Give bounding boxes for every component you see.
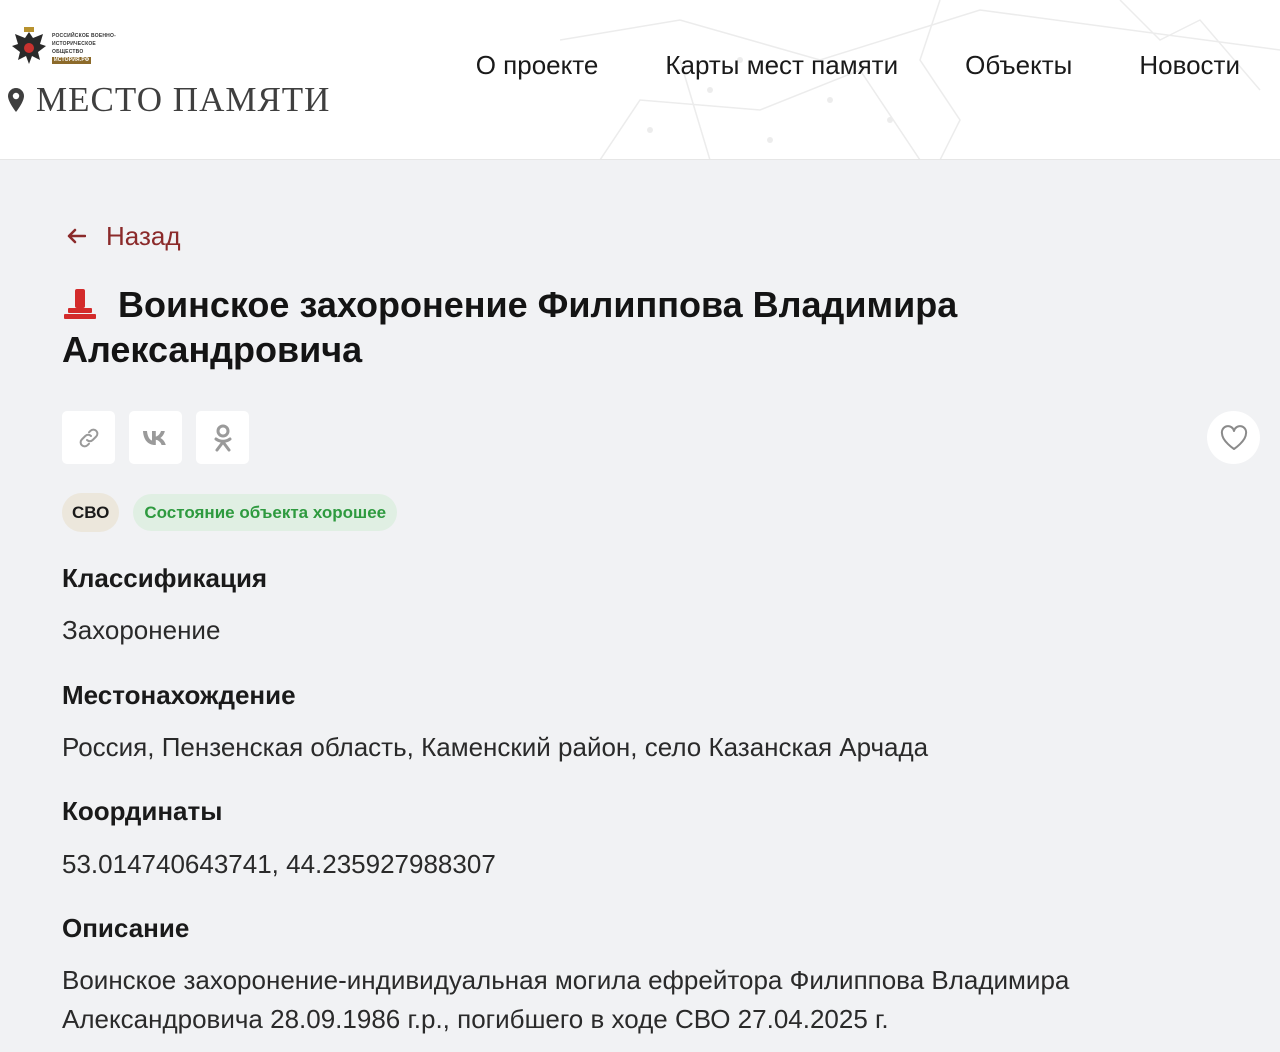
object-tags: СВО Состояние объекта хорошее — [62, 493, 398, 532]
site-logo[interactable]: МЕСТО ПАМЯТИ — [8, 80, 331, 119]
page-title: Воинское захоронение Филиппова Владимира… — [62, 282, 1022, 372]
page-title-text: Воинское захоронение Филиппова Владимира… — [62, 284, 958, 370]
category-badge[interactable]: СВО — [62, 493, 120, 532]
description-label: Описание — [62, 913, 190, 943]
org-name-text: Российское военно-историческое общество — [52, 33, 116, 55]
nav-news[interactable]: Новости — [1139, 50, 1240, 81]
vk-icon — [142, 430, 166, 445]
arrow-left-icon — [67, 228, 86, 244]
share-odnoklassniki-button[interactable] — [196, 411, 249, 464]
classification-value: Захоронение — [62, 615, 221, 645]
share-buttons — [62, 411, 249, 464]
location-label: Местонахождение — [62, 680, 296, 710]
double-headed-eagle-icon — [12, 27, 46, 64]
share-vk-button[interactable] — [129, 411, 182, 464]
nav-memorial-maps[interactable]: Карты мест памяти — [665, 50, 898, 81]
odnoklassniki-icon — [214, 424, 231, 451]
rvio-logo[interactable]: Российское военно-историческое общество … — [10, 26, 128, 70]
location-value: Россия, Пензенская область, Каменский ра… — [62, 732, 929, 762]
org-tag: ИСТОРИЯ.РФ — [52, 57, 92, 64]
main-nav: О проекте Карты мест памяти Объекты Ново… — [476, 50, 1240, 81]
back-label: Назад — [106, 220, 181, 251]
nav-objects[interactable]: Объекты — [965, 50, 1072, 81]
map-pin-icon — [8, 88, 24, 112]
copy-link-button[interactable] — [62, 411, 115, 464]
description-value: Воинское захоронение-индивидуальная моги… — [62, 965, 1070, 1034]
link-icon — [79, 428, 98, 447]
back-link[interactable]: Назад — [66, 218, 181, 254]
heart-icon — [1220, 424, 1247, 450]
favorite-button[interactable] — [1207, 411, 1260, 464]
site-header: Российское военно-историческое общество … — [0, 0, 1280, 160]
coordinates-label: Координаты — [62, 796, 223, 826]
site-name: МЕСТО ПАМЯТИ — [36, 80, 331, 119]
classification-label: Классификация — [62, 563, 268, 593]
nav-about[interactable]: О проекте — [476, 50, 599, 81]
state-badge: Состояние объекта хорошее — [133, 494, 398, 531]
org-name: Российское военно-историческое общество … — [52, 32, 128, 64]
coordinates-value: 53.014740643741, 44.235927988307 — [62, 849, 496, 879]
monument-icon — [64, 289, 96, 319]
